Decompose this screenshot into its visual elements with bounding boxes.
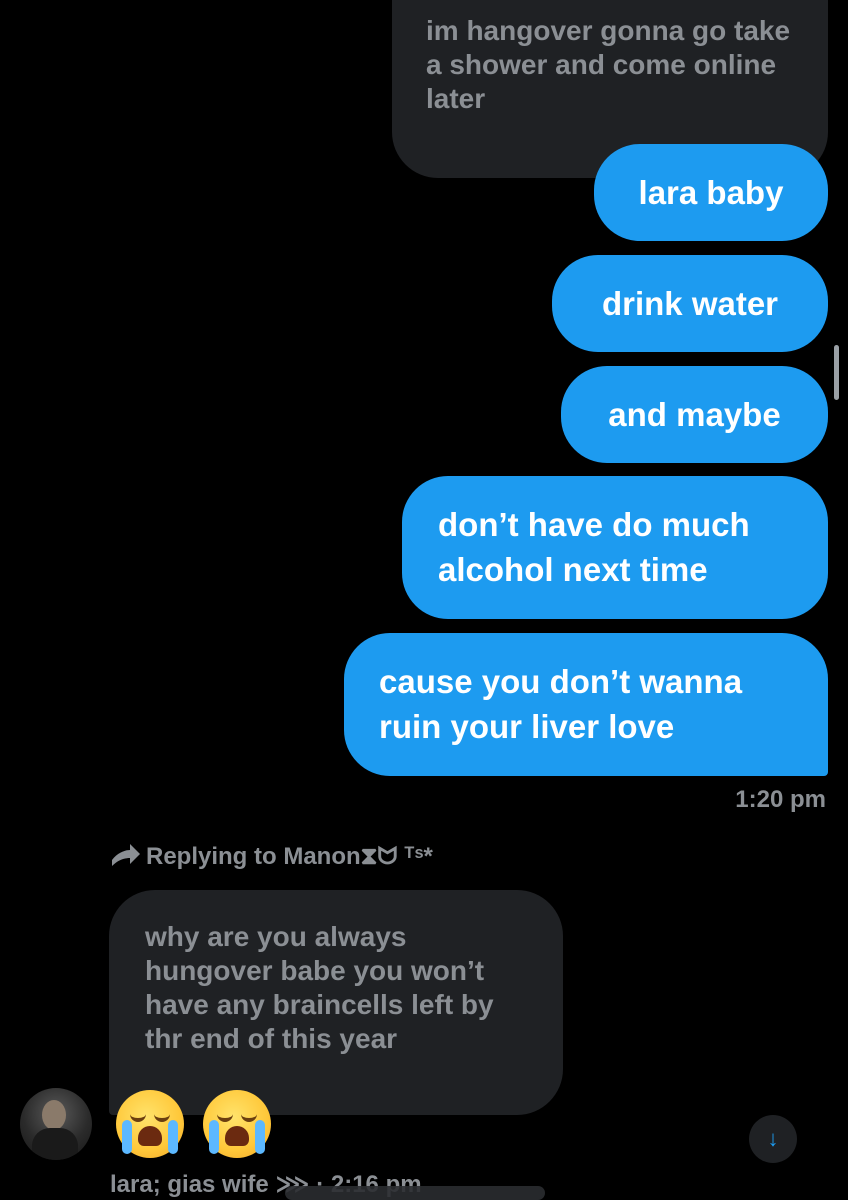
outgoing-message-bubble[interactable]: lara baby: [594, 144, 828, 241]
reply-label: Replying to Manon⧗ᗢ ᵀˢ*: [146, 843, 433, 870]
scrollbar-thumb[interactable]: [834, 345, 839, 400]
message-text: don’t have do much alcohol next time: [438, 506, 750, 588]
loudly-crying-emoji-icon: [116, 1090, 184, 1158]
reply-arrow-icon: [110, 844, 140, 870]
outgoing-message-bubble[interactable]: don’t have do much alcohol next time: [402, 476, 828, 619]
incoming-message-bubble[interactable]: why are you always hungover babe you won…: [109, 890, 563, 1115]
message-text: cause you don’t wanna ruin your liver lo…: [379, 663, 743, 745]
message-text: why are you always hungover babe you won…: [145, 921, 494, 1054]
loudly-crying-emoji-icon: [203, 1090, 271, 1158]
message-text: im hangover gonna go take a shower and c…: [426, 15, 791, 114]
avatar[interactable]: [20, 1088, 92, 1160]
scroll-to-bottom-button[interactable]: ↓: [749, 1115, 797, 1163]
message-text: lara baby: [638, 174, 784, 211]
outgoing-message-bubble[interactable]: and maybe: [561, 366, 828, 463]
arrow-down-icon: ↓: [767, 1126, 779, 1151]
outgoing-message-bubble[interactable]: cause you don’t wanna ruin your liver lo…: [344, 633, 828, 776]
message-text: and maybe: [608, 396, 781, 433]
message-timestamp: 1:20 pm: [735, 786, 826, 813]
reply-context: Replying to Manon⧗ᗢ ᵀˢ*: [110, 843, 433, 871]
outgoing-message-bubble[interactable]: drink water: [552, 255, 828, 352]
obscured-overlay: [285, 1186, 545, 1200]
message-text: drink water: [601, 285, 779, 322]
